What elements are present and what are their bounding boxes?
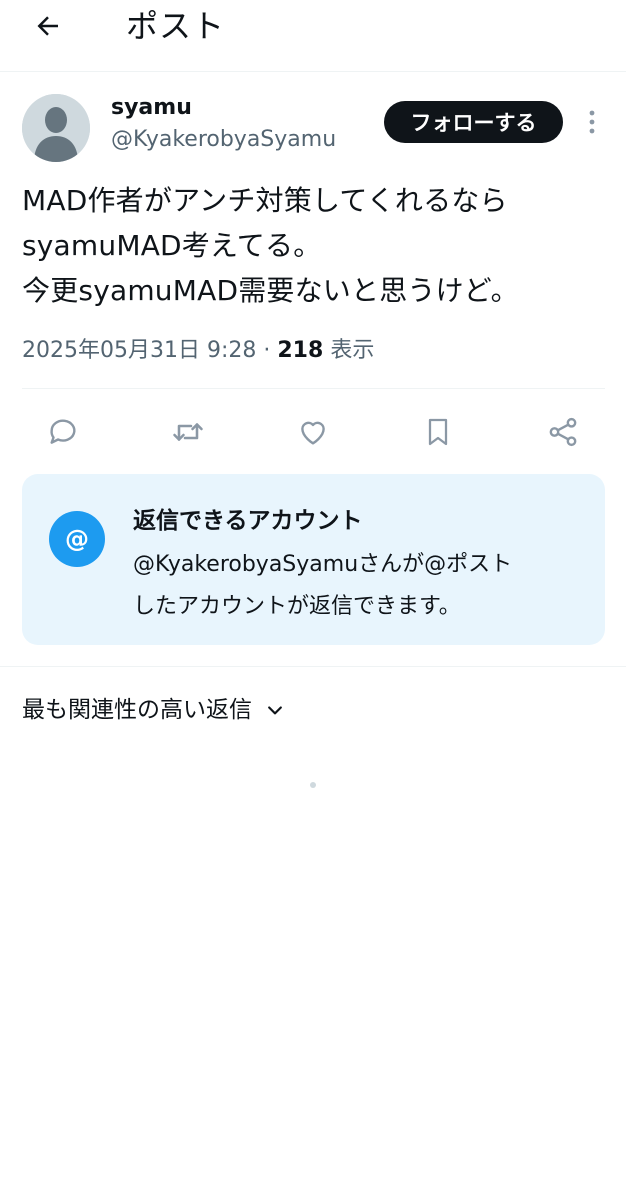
like-icon — [301, 421, 325, 445]
back-button[interactable] — [28, 6, 68, 46]
reply-restriction-line: したアカウントが返信できます。 — [133, 594, 461, 619]
share-button[interactable] — [541, 410, 585, 454]
chevron-down-icon — [264, 699, 286, 721]
replies-sort-label: 最も関連性の高い返信 — [22, 697, 252, 723]
like-button[interactable] — [291, 410, 335, 454]
meta-separator: · — [263, 338, 271, 363]
replies-sort-dropdown[interactable]: 最も関連性の高い返信 — [22, 692, 286, 728]
follow-button[interactable]: フォローする — [384, 101, 563, 143]
views-count: 218 — [277, 338, 324, 363]
loading-indicator — [310, 782, 316, 788]
reply-restriction-description: @KyakerobyaSyamuさんが@ポスト したアカウントが返信できます。 — [133, 544, 583, 628]
reply-restriction-title: 返信できるアカウント — [133, 508, 363, 534]
share-icon — [549, 417, 577, 447]
more-options-button[interactable] — [580, 106, 604, 138]
author-display-name[interactable]: syamu — [111, 95, 192, 121]
bookmark-button[interactable] — [416, 410, 460, 454]
post-text-line: 今更syamuMAD需要ないと思うけど。 — [22, 274, 519, 307]
top-app-bar: ポスト — [0, 0, 626, 72]
reply-icon — [50, 419, 76, 444]
more-vertical-icon — [589, 110, 595, 134]
post-text-line: MAD作者がアンチ対策してくれるなら — [22, 184, 508, 217]
avatar[interactable] — [22, 94, 90, 162]
page-title: ポスト — [126, 7, 226, 45]
default-avatar-icon — [22, 94, 90, 162]
repost-button[interactable] — [166, 410, 210, 454]
arrow-left-icon — [37, 16, 58, 36]
reply-restriction-line: @KyakerobyaSyamuさんが@ポスト — [133, 552, 513, 577]
bookmark-icon — [428, 418, 448, 446]
author-handle[interactable]: @KyakerobyaSyamu — [111, 126, 336, 154]
post-text: MAD作者がアンチ対策してくれるなら syamuMAD考えてる。 今更syamu… — [22, 178, 612, 313]
section-divider — [0, 666, 626, 667]
repost-icon — [173, 423, 203, 441]
post-text-line: syamuMAD考えてる。 — [22, 229, 322, 262]
reply-restriction-card: @ 返信できるアカウント @KyakerobyaSyamuさんが@ポスト したア… — [22, 474, 605, 645]
reply-button[interactable] — [41, 410, 85, 454]
post-meta: 2025年05月31日 9:28 · 218 表示 — [22, 336, 374, 366]
at-icon: @ — [49, 511, 105, 567]
divider — [22, 388, 605, 389]
views-label: 表示 — [330, 338, 375, 363]
post-timestamp[interactable]: 2025年05月31日 9:28 — [22, 338, 256, 363]
